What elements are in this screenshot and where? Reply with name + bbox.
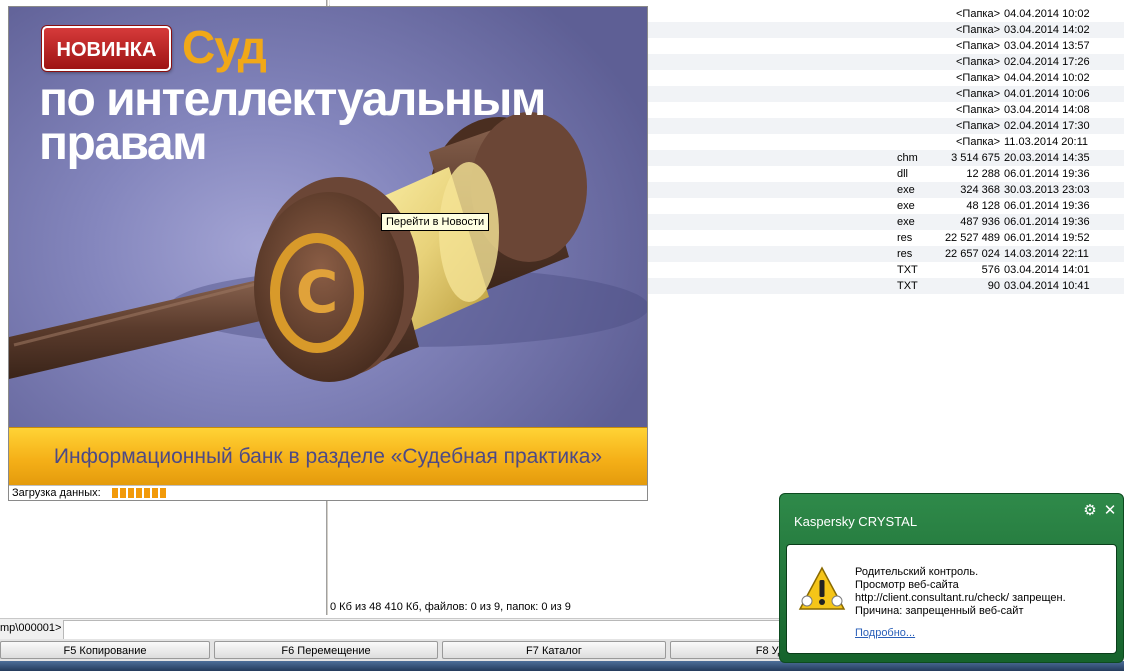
kaspersky-line-2: Просмотр веб-сайта — [855, 579, 959, 591]
loading-progress — [112, 488, 226, 498]
f5-copy-button[interactable]: F5 Копирование — [0, 641, 210, 659]
file-ext: res — [897, 248, 913, 260]
file-size: 12 288 — [966, 168, 1000, 180]
file-date: 03.04.2014 14:01 — [1004, 264, 1090, 276]
file-ext: exe — [897, 200, 915, 212]
command-input[interactable] — [63, 620, 789, 640]
file-size: <Папка> — [956, 104, 1000, 116]
kaspersky-message-box: Родительский контроль. Просмотр веб-сайт… — [786, 544, 1117, 654]
file-size: <Папка> — [956, 24, 1000, 36]
file-ext: TXT — [897, 280, 918, 292]
file-date: 11.03.2014 20:11 — [1004, 136, 1089, 148]
f7-folder-button[interactable]: F7 Каталог — [442, 641, 666, 659]
file-date: 06.01.2014 19:52 — [1004, 232, 1090, 244]
command-prompt: mp\000001> — [0, 622, 62, 634]
news-tooltip: Перейти в Новости — [381, 213, 490, 231]
news-banner[interactable]: C НОВИНКА Суд по интеллектуальным правам — [9, 7, 647, 427]
file-date: 06.01.2014 19:36 — [1004, 200, 1090, 212]
news-splash-window[interactable]: C НОВИНКА Суд по интеллектуальным правам… — [8, 6, 648, 501]
file-date: 20.03.2014 14:35 — [1004, 152, 1090, 164]
file-date: 14.03.2014 22:11 — [1004, 248, 1089, 260]
file-size: <Папка> — [956, 120, 1000, 132]
file-date: 04.04.2014 10:02 — [1004, 72, 1090, 84]
file-size: 487 936 — [960, 216, 1000, 228]
loading-label: Загрузка данных: — [12, 487, 101, 499]
close-icon[interactable]: ✕ — [1102, 503, 1118, 519]
file-size: <Папка> — [956, 56, 1000, 68]
file-ext: exe — [897, 184, 915, 196]
kaspersky-line-4: Причина: запрещенный веб-сайт — [855, 605, 1024, 617]
file-date: 06.01.2014 19:36 — [1004, 216, 1090, 228]
banner-footer[interactable]: Информационный банк в разделе «Судебная … — [9, 427, 647, 486]
banner-title-line2: правам — [39, 117, 208, 170]
file-date: 30.03.2013 23:03 — [1004, 184, 1090, 196]
kaspersky-line-1: Родительский контроль. — [855, 566, 979, 578]
panel-status: 0 Кб из 48 410 Кб, файлов: 0 из 9, папок… — [330, 601, 571, 613]
kaspersky-title: Kaspersky CRYSTAL — [794, 514, 918, 529]
file-size: 324 368 — [960, 184, 1000, 196]
file-size: 22 527 489 — [944, 232, 1000, 244]
file-date: 02.04.2014 17:30 — [1004, 120, 1090, 132]
details-link[interactable]: Подробно... — [855, 627, 915, 639]
file-date: 03.04.2014 14:08 — [1004, 104, 1090, 116]
banner-title-word: Суд — [182, 21, 267, 73]
file-date: 03.04.2014 10:41 — [1004, 280, 1090, 292]
warning-icon — [798, 566, 846, 610]
file-size: 3 514 675 — [951, 152, 1000, 164]
file-size: <Папка> — [956, 40, 1000, 52]
file-ext: TXT — [897, 264, 918, 276]
file-size: 576 — [981, 264, 1000, 276]
f6-move-button[interactable]: F6 Перемещение — [214, 641, 438, 659]
file-size: 90 — [987, 280, 1000, 292]
file-ext: res — [897, 232, 913, 244]
file-size: 48 128 — [966, 200, 1000, 212]
file-date: 04.01.2014 10:06 — [1004, 88, 1090, 100]
new-badge: НОВИНКА — [42, 26, 171, 71]
file-ext: chm — [897, 152, 918, 164]
file-date: 03.04.2014 13:57 — [1004, 40, 1090, 52]
file-size: <Папка> — [956, 88, 1000, 100]
svg-text:C: C — [296, 258, 339, 326]
banner-footer-text: Информационный банк в разделе «Судебная … — [53, 445, 603, 468]
file-date: 03.04.2014 14:02 — [1004, 24, 1090, 36]
file-size: <Папка> — [956, 136, 1000, 148]
file-ext: exe — [897, 216, 915, 228]
file-size: 22 657 024 — [944, 248, 1000, 260]
file-date: 06.01.2014 19:36 — [1004, 168, 1090, 180]
loading-status-bar: Загрузка данных: — [9, 485, 647, 500]
gear-icon[interactable]: ⚙ — [1082, 503, 1098, 519]
loading-progress-fill — [112, 488, 167, 498]
file-ext: dll — [897, 168, 909, 180]
file-size: <Папка> — [956, 72, 1000, 84]
file-date: 04.04.2014 10:02 — [1004, 8, 1090, 20]
kaspersky-line-3: http://client.consultant.ru/check/ запре… — [855, 592, 1066, 604]
file-date: 02.04.2014 17:26 — [1004, 56, 1090, 68]
kaspersky-notification: Kaspersky CRYSTAL ⚙ ✕ Родительский контр… — [779, 493, 1124, 663]
file-size: <Папка> — [956, 8, 1000, 20]
